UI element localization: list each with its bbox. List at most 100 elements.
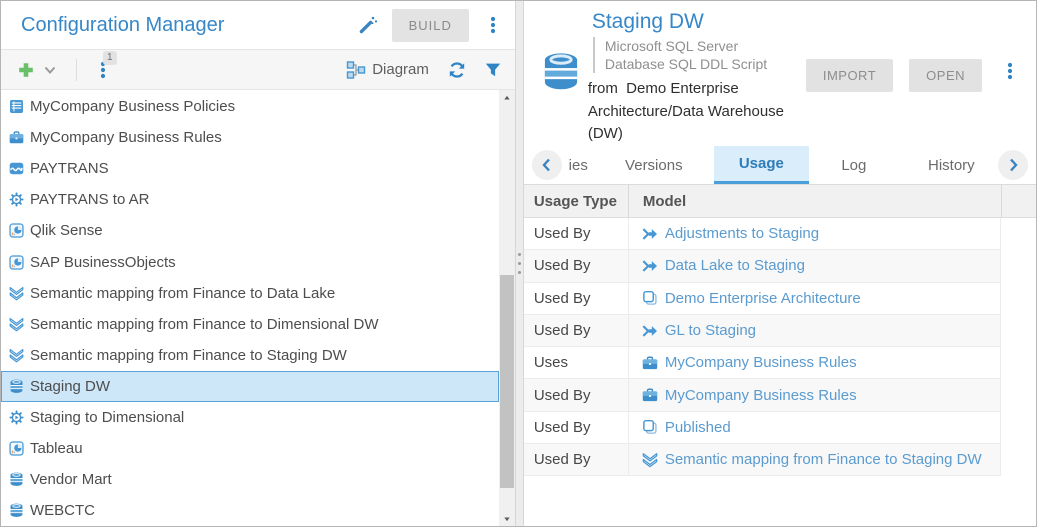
kebab-menu-icon	[1000, 61, 1020, 81]
double-chevron-down-icon	[641, 451, 659, 469]
list-item[interactable]: PAYTRANS	[1, 153, 499, 184]
detail-panel: Staging DW Microsoft SQL Server Database…	[524, 1, 1036, 526]
triangle-up-icon	[501, 92, 513, 104]
report-icon	[8, 254, 25, 271]
scrollbar-track[interactable]	[499, 105, 515, 511]
add-dropdown-button[interactable]	[38, 58, 62, 82]
list-item[interactable]: Qlik Sense	[1, 215, 499, 246]
chevron-left-icon	[537, 155, 557, 175]
detail-title: Staging DW	[588, 10, 806, 34]
diagram-label[interactable]: Diagram	[372, 61, 429, 78]
model-link[interactable]: MyCompany Business Rules	[665, 354, 857, 371]
vertical-scrollbar[interactable]	[499, 90, 515, 526]
usage-table-body: Used By Adjustments to Staging Used By D…	[524, 218, 1001, 476]
usage-type-cell: Used By	[524, 315, 629, 346]
mapping-arrow-icon	[641, 225, 659, 243]
column-header-usage-type: Usage Type	[524, 185, 629, 217]
header-menu-button[interactable]	[481, 13, 505, 37]
splitter-handle-icon	[516, 253, 523, 274]
table-row: Used By Demo Enterprise Architecture	[524, 283, 1000, 315]
model-link[interactable]: MyCompany Business Rules	[665, 387, 857, 404]
model-link[interactable]: Published	[665, 419, 731, 436]
list-item[interactable]: Semantic mapping from Finance to Dimensi…	[1, 309, 499, 340]
list-item[interactable]: Tableau	[1, 433, 499, 464]
model-link[interactable]: Semantic mapping from Finance to Staging…	[665, 451, 982, 468]
scrollbar-thumb[interactable]	[500, 275, 514, 488]
table-row: Used By Adjustments to Staging	[524, 218, 1000, 250]
build-button[interactable]: BUILD	[392, 9, 469, 42]
model-link[interactable]: Demo Enterprise Architecture	[665, 290, 861, 307]
open-button[interactable]: OPEN	[909, 59, 982, 92]
tab-usage[interactable]: Usage	[714, 146, 809, 184]
list-item[interactable]: Staging DW	[1, 371, 499, 402]
import-button[interactable]: IMPORT	[806, 59, 893, 92]
column-header-model: Model	[629, 185, 1001, 217]
mapping-arrow-icon	[641, 322, 659, 340]
list-item[interactable]: PAYTRANS to AR	[1, 184, 499, 215]
table-row: Used By MyCompany Business Rules	[524, 379, 1000, 411]
triangle-down-icon	[501, 513, 513, 525]
table-row: Used By Data Lake to Staging	[524, 250, 1000, 282]
count-badge: 1	[103, 51, 117, 65]
list-item[interactable]: SAP BusinessObjects	[1, 246, 499, 277]
configuration-manager-window: Configuration Manager BUILD 1	[0, 0, 1037, 527]
mapping-arrow-icon	[641, 257, 659, 275]
from-value: Demo Enterprise Architecture/Data Wareho…	[588, 80, 784, 142]
scroll-up-button[interactable]	[499, 90, 515, 105]
gear-process-icon	[8, 409, 25, 426]
list-item[interactable]: Staging to Dimensional	[1, 402, 499, 433]
refresh-button[interactable]	[445, 58, 469, 82]
tab-versions[interactable]: Versions	[594, 146, 714, 184]
report-icon	[8, 440, 25, 457]
auto-build-button[interactable]	[356, 13, 380, 37]
double-chevron-down-icon	[8, 347, 25, 364]
detail-menu-button[interactable]	[998, 59, 1022, 83]
config-list: MyCompany Business Policies MyCompany Bu…	[1, 90, 499, 526]
toolbar-divider	[76, 59, 77, 81]
scroll-down-button[interactable]	[499, 511, 515, 526]
left-panel-header: Configuration Manager BUILD	[1, 1, 515, 49]
tabs-scroll-right-button[interactable]	[998, 150, 1028, 180]
refresh-icon	[447, 60, 467, 80]
policy-document-icon	[8, 98, 25, 115]
detail-subtitle: Microsoft SQL Server Database SQL DDL Sc…	[593, 37, 806, 73]
double-chevron-down-icon	[8, 316, 25, 333]
tab-bar: iesVersionsUsageLogHistory	[524, 146, 1036, 185]
database-icon	[8, 502, 25, 519]
filter-button[interactable]	[481, 58, 505, 82]
list-item[interactable]: WEBCTC	[1, 495, 499, 526]
model-link[interactable]: GL to Staging	[665, 322, 756, 339]
tab-log[interactable]: Log	[809, 146, 899, 184]
model-link[interactable]: Adjustments to Staging	[665, 225, 819, 242]
usage-type-cell: Used By	[524, 444, 629, 475]
table-row: Used By Semantic mapping from Finance to…	[524, 444, 1000, 476]
model-link[interactable]: Data Lake to Staging	[665, 257, 805, 274]
usage-type-cell: Used By	[524, 379, 629, 410]
tab-history[interactable]: History	[899, 146, 1004, 184]
panel-splitter[interactable]	[515, 1, 524, 526]
kebab-menu-icon	[483, 15, 503, 35]
detail-header: Staging DW Microsoft SQL Server Database…	[524, 1, 1036, 146]
tabs-row: iesVersionsUsageLogHistory	[524, 146, 1004, 184]
usage-type-cell: Used By	[524, 250, 629, 281]
gear-process-icon	[8, 191, 25, 208]
subtitle-line-1: Microsoft SQL Server	[605, 37, 806, 55]
list-item[interactable]: Semantic mapping from Finance to Data La…	[1, 278, 499, 309]
list-item[interactable]: Semantic mapping from Finance to Staging…	[1, 340, 499, 371]
add-button[interactable]	[14, 58, 38, 82]
list-item[interactable]: MyCompany Business Rules	[1, 122, 499, 153]
usage-type-cell: Used By	[524, 283, 629, 314]
column-header-extra	[1001, 185, 1036, 217]
database-icon	[538, 49, 584, 95]
wave-icon	[8, 160, 25, 177]
usage-type-cell: Used By	[524, 412, 629, 443]
briefcase-icon	[8, 129, 25, 146]
magic-wand-icon	[358, 15, 378, 35]
tabs-scroll-left-button[interactable]	[532, 150, 562, 180]
table-row: Uses MyCompany Business Rules	[524, 347, 1000, 379]
left-panel: Configuration Manager BUILD 1	[1, 1, 515, 526]
chevron-right-icon	[1003, 155, 1023, 175]
list-item[interactable]: MyCompany Business Policies	[1, 91, 499, 122]
list-item[interactable]: Vendor Mart	[1, 464, 499, 495]
from-text: from Demo Enterprise Architecture/Data W…	[588, 78, 796, 146]
